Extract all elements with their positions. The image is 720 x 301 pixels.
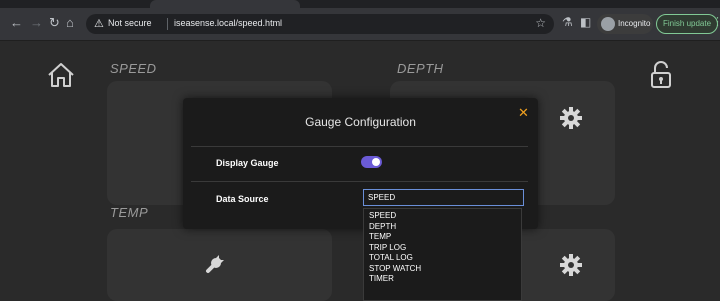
address-divider xyxy=(167,18,168,30)
url-text[interactable]: iseasense.local/speed.html xyxy=(174,18,282,28)
wrench-icon[interactable] xyxy=(204,251,228,275)
option-temp[interactable]: TEMP xyxy=(364,232,521,243)
extensions-icon[interactable]: ⚗ xyxy=(562,15,573,29)
depth-label: DEPTH xyxy=(397,61,444,76)
forward-icon[interactable]: → xyxy=(30,16,43,29)
lock-open-icon[interactable] xyxy=(650,61,672,89)
incognito-icon xyxy=(601,17,615,31)
speed-label: SPEED xyxy=(110,61,157,76)
gear-icon[interactable] xyxy=(559,253,583,277)
divider xyxy=(191,146,528,147)
sidepanel-icon[interactable]: ◧ xyxy=(580,15,591,29)
active-tab[interactable] xyxy=(150,0,300,8)
option-stop-watch[interactable]: STOP WATCH xyxy=(364,264,521,275)
gear-icon[interactable] xyxy=(559,106,583,130)
divider xyxy=(191,181,528,182)
incognito-badge[interactable]: Incognito xyxy=(597,14,653,34)
tab-strip xyxy=(0,0,720,8)
dialog-title: Gauge Configuration xyxy=(305,115,416,129)
option-total-log[interactable]: TOTAL LOG xyxy=(364,253,521,264)
data-source-value: SPEED xyxy=(368,193,396,202)
data-source-select[interactable]: SPEED xyxy=(363,189,524,206)
option-speed[interactable]: SPEED xyxy=(364,209,521,222)
finish-update-button[interactable]: Finish update xyxy=(656,14,718,34)
toggle-knob xyxy=(372,158,380,166)
option-timer[interactable]: TIMER xyxy=(364,274,521,285)
close-icon[interactable]: ✕ xyxy=(518,105,529,121)
incognito-label: Incognito xyxy=(618,19,651,28)
data-source-label: Data Source xyxy=(216,194,269,204)
finish-update-label: Finish update xyxy=(663,19,712,28)
star-icon[interactable]: ☆ xyxy=(535,16,546,30)
display-gauge-toggle[interactable] xyxy=(361,156,382,168)
home-icon[interactable] xyxy=(47,62,75,88)
reload-icon[interactable]: ↻ xyxy=(49,16,60,29)
security-label[interactable]: Not secure xyxy=(108,18,152,28)
browser-toolbar: ← → ↻ ⌂ ⚠ Not secure iseasense.local/spe… xyxy=(0,0,720,41)
back-icon[interactable]: ← xyxy=(10,16,23,29)
menu-icon[interactable]: ⋮ xyxy=(712,15,720,28)
display-gauge-label: Display Gauge xyxy=(216,158,279,168)
home-icon[interactable]: ⌂ xyxy=(66,16,74,29)
option-depth[interactable]: DEPTH xyxy=(364,222,521,233)
data-source-options: SPEED DEPTH TEMP TRIP LOG TOTAL LOG STOP… xyxy=(363,208,522,301)
warning-icon[interactable]: ⚠ xyxy=(94,17,104,30)
temp-label: TEMP xyxy=(110,205,149,220)
address-bar[interactable]: ⚠ Not secure iseasense.local/speed.html … xyxy=(86,14,554,34)
option-trip-log[interactable]: TRIP LOG xyxy=(364,243,521,254)
